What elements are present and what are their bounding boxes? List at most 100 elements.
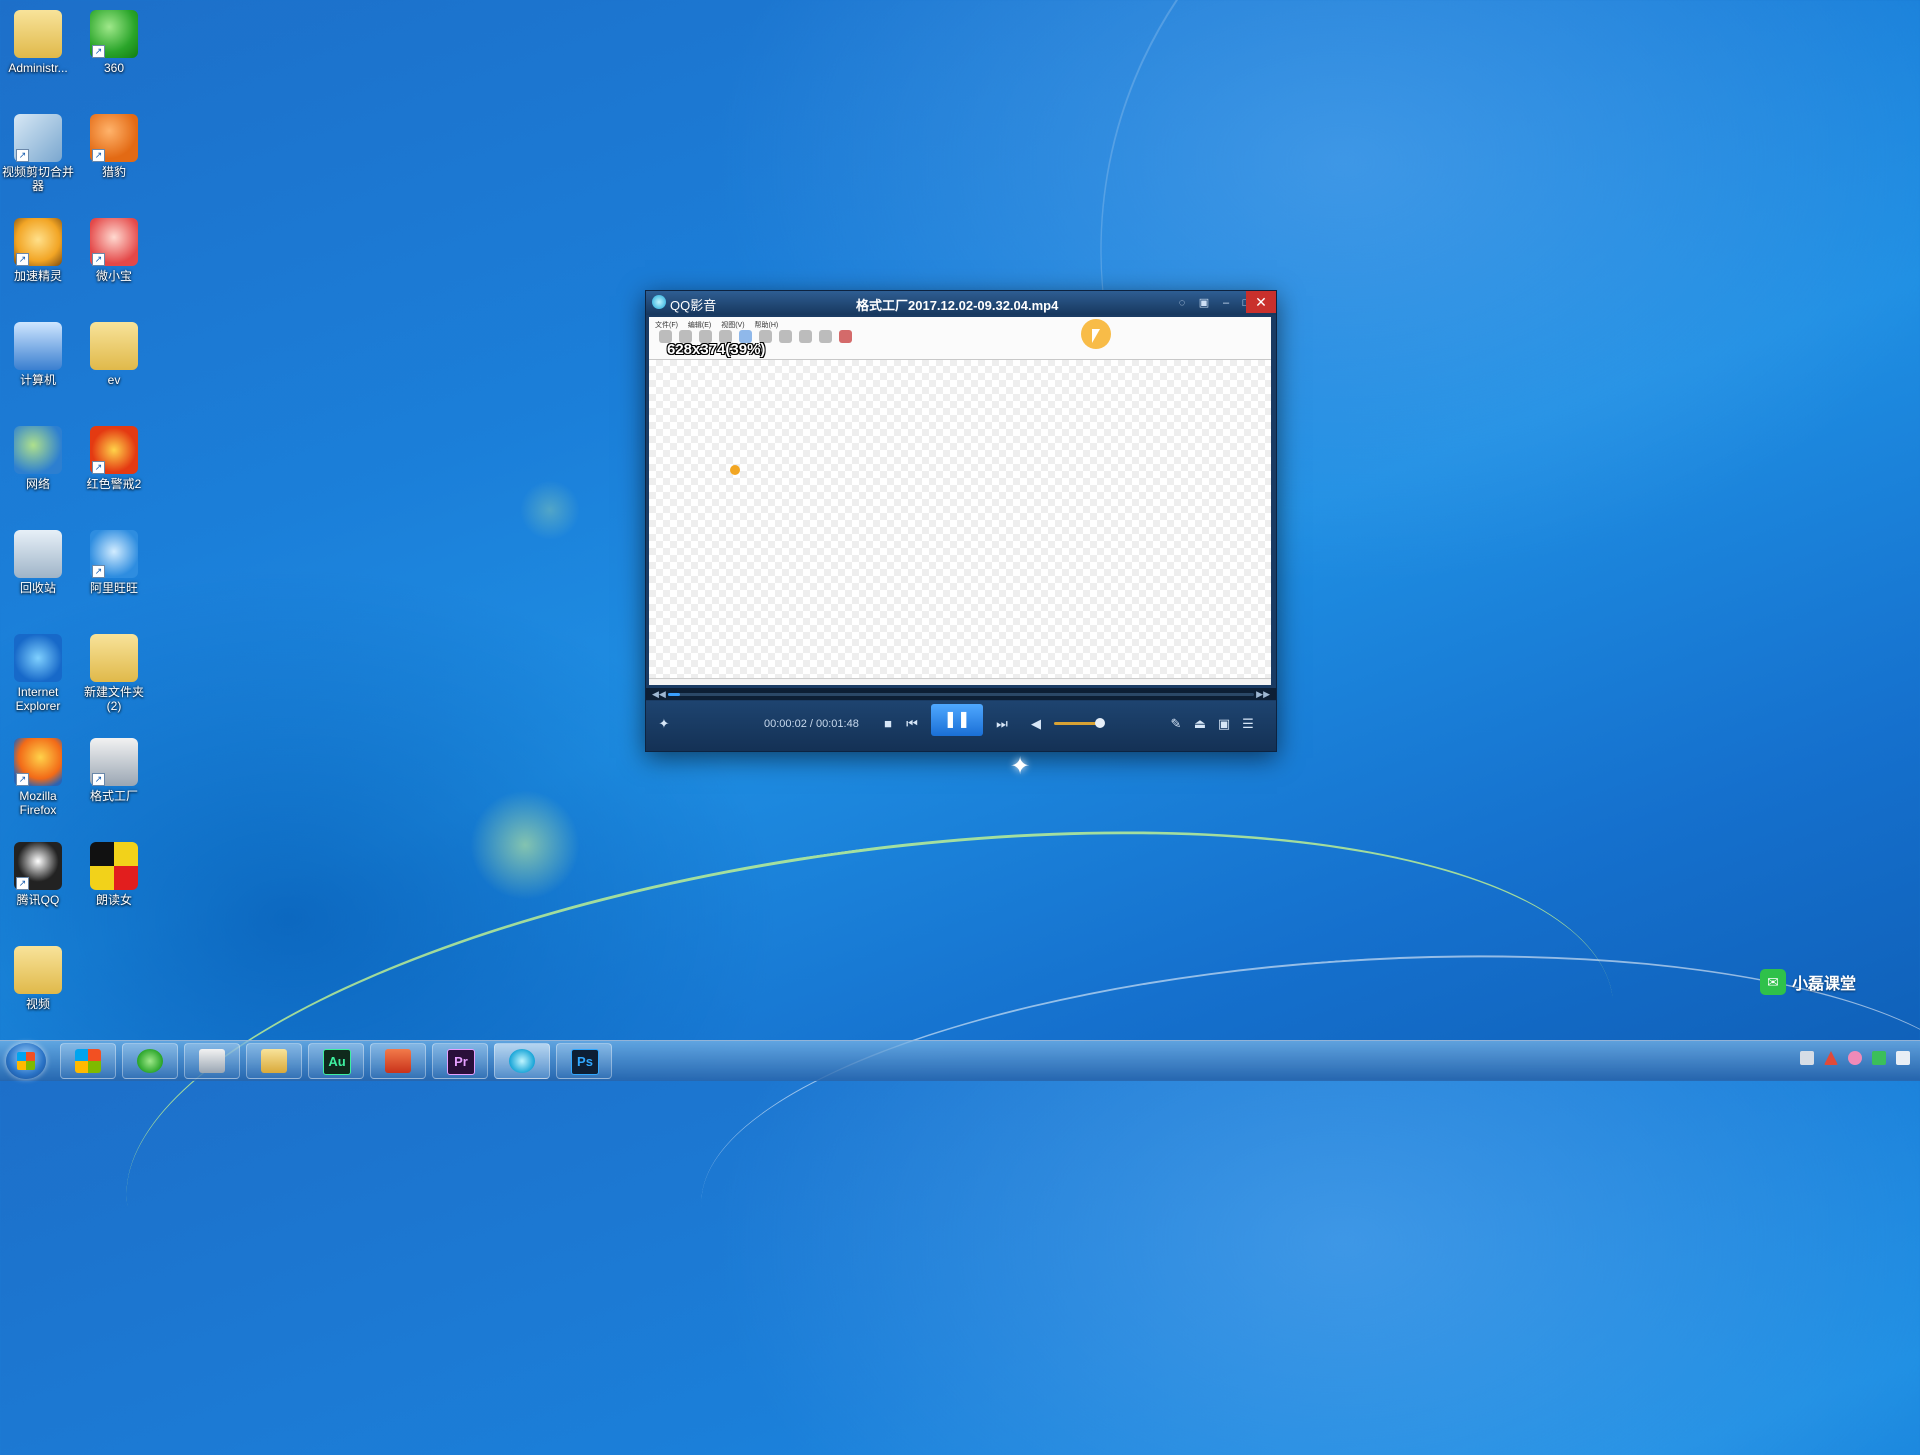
aliwangwang-icon: ↗ <box>90 530 138 578</box>
desktop-icon-label: Administr... <box>8 61 68 75</box>
taskbar-item-360-browser[interactable] <box>122 1043 178 1079</box>
folder-icon <box>261 1049 287 1073</box>
wallpaper-swoosh <box>687 915 1920 1407</box>
size-overlay: 628x374(39%) <box>667 341 766 358</box>
desktop-icon-administrator[interactable]: Administr... <box>0 6 76 75</box>
pause-button[interactable]: ❚❚ <box>931 704 983 736</box>
taskbar-item-audition[interactable]: Au <box>308 1043 364 1079</box>
desktop-icon-liebao[interactable]: ↗ 猎豹 <box>76 110 152 179</box>
next-button[interactable]: ⏭ <box>992 714 1012 734</box>
minimize-button[interactable]: – <box>1218 295 1234 311</box>
eject-icon[interactable]: ⏏ <box>1190 714 1210 734</box>
taskbar-item-premiere[interactable]: Pr <box>432 1043 488 1079</box>
premiere-icon: Pr <box>447 1049 475 1075</box>
desktop-icon-label: 腾讯QQ <box>16 893 60 907</box>
network-arrow-icon[interactable] <box>1824 1051 1838 1065</box>
shortcut-arrow-icon: ↗ <box>92 773 105 786</box>
desktop-icon-aliwangwang[interactable]: ↗ 阿里旺旺 <box>76 526 152 595</box>
taskbar-item-qq-player[interactable] <box>494 1043 550 1079</box>
start-button[interactable] <box>6 1043 46 1079</box>
desktop-icon-weixiaobao[interactable]: ↗ 微小宝 <box>76 214 152 283</box>
desktop-icon-label: 计算机 <box>19 373 56 387</box>
desktop-icon-label: Mozilla Firefox <box>19 789 57 817</box>
desktop-icon-360[interactable]: ↗ 360 <box>76 6 152 75</box>
desktop-icon-network[interactable]: 网络 <box>0 422 76 491</box>
taskbar-item-windows-store[interactable] <box>60 1043 116 1079</box>
chat-bubble-icon[interactable]: ◌ <box>1174 295 1190 311</box>
shortcut-arrow-icon: ↗ <box>16 773 29 786</box>
desktop-icon-ev[interactable]: ev <box>76 318 152 387</box>
video-frame[interactable]: 文件(F) 编辑(E) 视图(V) 帮助(H) 628x374(39%) <box>649 317 1271 685</box>
toolbar-tool-icon <box>839 330 852 343</box>
network-globe-icon <box>14 426 62 474</box>
video-menu-item: 编辑(E) <box>687 322 712 329</box>
desktop-icon-internet-explorer[interactable]: Internet Explorer <box>0 630 76 713</box>
action-center-icon[interactable] <box>1896 1051 1910 1065</box>
desktop-icon-computer[interactable]: 计算机 <box>0 318 76 387</box>
volume-icon[interactable]: ◀ <box>1026 714 1046 734</box>
firefox-icon: ↗ <box>14 738 62 786</box>
desktop-icon-new-folder[interactable]: 新建文件夹 (2) <box>76 630 152 713</box>
qq-player-icon <box>509 1049 535 1073</box>
keyboard-icon[interactable] <box>1800 1051 1814 1065</box>
progress-track[interactable] <box>668 693 1254 696</box>
photoshop-icon: Ps <box>571 1049 599 1075</box>
audition-icon: Au <box>323 1049 351 1075</box>
channel-watermark: ✉ 小磊课堂 <box>1760 968 1856 996</box>
wechat-icon: ✉ <box>1760 969 1786 995</box>
wallpaper-glow <box>470 790 580 900</box>
desktop-icon-grid: Administr... ↗ 360 ↗ 视频剪切合并器 ↗ 猎豹 ↗ 加速精灵… <box>0 0 170 1040</box>
desktop-icon-qq[interactable]: ↗ 腾讯QQ <box>0 838 76 907</box>
shortcut-arrow-icon: ↗ <box>92 565 105 578</box>
toolbar-tool-icon <box>779 330 792 343</box>
video-app-toolbar: 文件(F) 编辑(E) 视图(V) 帮助(H) 628x374(39%) <box>649 317 1271 360</box>
desktop-icon-video-folder[interactable]: 视频 <box>0 942 76 1011</box>
taskbar-item-file-explorer[interactable] <box>246 1043 302 1079</box>
desktop-icon-langdunv[interactable]: 朗读女 <box>76 838 152 907</box>
shortcut-arrow-icon: ↗ <box>16 877 29 890</box>
taskbar-item-format-factory[interactable] <box>184 1043 240 1079</box>
seek-forward-icon[interactable]: ▶▶ <box>1256 689 1270 700</box>
video-menu-item: 帮助(H) <box>754 322 779 329</box>
desktop-icon-video-cutter[interactable]: ↗ 视频剪切合并器 <box>0 110 76 193</box>
close-button[interactable]: ✕ <box>1246 291 1276 313</box>
player-app-name: QQ影音 <box>670 298 717 313</box>
screen-mode-icon[interactable]: ▣ <box>1214 714 1234 734</box>
desktop-icon-label: 猎豹 <box>101 165 126 179</box>
desktop-icon-red-alert[interactable]: ↗ 红色警戒2 <box>76 422 152 491</box>
desktop-icon-label: 加速精灵 <box>13 269 62 283</box>
volume-knob[interactable] <box>1094 718 1105 728</box>
tools-icon[interactable]: ✦ <box>654 714 674 734</box>
desktop-icon-firefox[interactable]: ↗ Mozilla Firefox <box>0 734 76 817</box>
desktop-icon-label: 微小宝 <box>95 269 132 283</box>
flower-icon[interactable] <box>1848 1051 1862 1065</box>
taskbar-item-photoshop[interactable]: Ps <box>556 1043 612 1079</box>
desktop-icon-label: 回收站 <box>19 581 56 595</box>
playlist-icon[interactable]: ☰ <box>1238 714 1258 734</box>
wrench-icon[interactable]: ✎ <box>1166 714 1186 734</box>
previous-button[interactable]: ⏮ <box>902 714 922 734</box>
video-app-menu: 文件(F) 编辑(E) 视图(V) 帮助(H) <box>655 320 786 330</box>
desktop-icon-accelerator[interactable]: ↗ 加速精灵 <box>0 214 76 283</box>
desktop-icon-label: 红色警戒2 <box>86 477 142 491</box>
player-title-bar[interactable]: QQ影音 格式工厂2017.12.02-09.32.04.mp4 ◌ ▣ – □… <box>646 291 1276 315</box>
mouse-pointer-icon <box>1092 329 1100 343</box>
folder-icon <box>90 634 138 682</box>
scissors-icon: ↗ <box>14 114 62 162</box>
stop-button[interactable]: ■ <box>878 714 898 734</box>
shortcut-arrow-icon: ↗ <box>92 149 105 162</box>
wallpaper-glow <box>520 480 580 540</box>
desktop-icon-label: 朗读女 <box>95 893 132 907</box>
desktop-icon-recycle-bin[interactable]: 回收站 <box>0 526 76 595</box>
shield-icon[interactable] <box>1872 1051 1886 1065</box>
desktop-icon-format-factory[interactable]: ↗ 格式工厂 <box>76 734 152 803</box>
taskbar-item-office[interactable] <box>370 1043 426 1079</box>
desktop-icon-label: 视频剪切合并器 <box>1 165 74 193</box>
time-display: 00:00:02 / 00:01:48 <box>764 718 859 730</box>
format-factory-icon: ↗ <box>90 738 138 786</box>
shortcut-arrow-icon: ↗ <box>92 461 105 474</box>
progress-bar[interactable]: ◀◀ ▶▶ <box>646 688 1276 700</box>
qq-player-window[interactable]: QQ影音 格式工厂2017.12.02-09.32.04.mp4 ◌ ▣ – □… <box>645 290 1277 752</box>
mini-mode-icon[interactable]: ▣ <box>1196 295 1212 311</box>
seek-back-icon[interactable]: ◀◀ <box>652 689 666 700</box>
